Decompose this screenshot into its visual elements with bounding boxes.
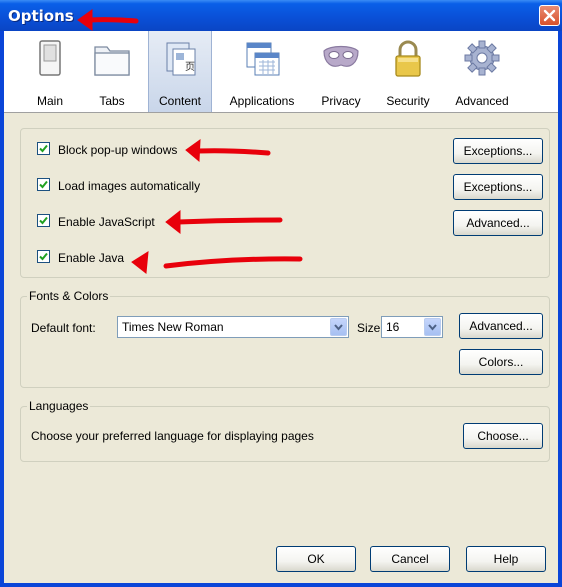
tab-security-label: Security [386,94,430,108]
tab-content[interactable]: 页 Content [148,31,212,112]
tab-tabs-label: Tabs [99,94,125,108]
help-button[interactable]: Help [466,546,546,572]
chevron-down-icon [334,324,343,331]
enable-javascript-label: Enable JavaScript [58,215,155,229]
enable-java-checkbox[interactable] [37,250,50,263]
applications-icon [246,42,280,76]
languages-description: Choose your preferred language for displ… [31,429,314,443]
tab-content-label: Content [158,94,202,108]
tab-advanced-label: Advanced [455,94,509,108]
colors-button[interactable]: Colors... [459,349,543,375]
languages-group: Languages Choose your preferred language… [20,399,550,462]
tab-tabs[interactable]: Tabs [86,31,138,112]
default-font-label: Default font: [31,321,96,335]
padlock-icon [395,40,421,77]
load-images-checkbox[interactable] [37,178,50,191]
chevron-down-icon [428,324,437,331]
checkmark-icon [39,252,48,261]
default-font-value: Times New Roman [122,320,224,334]
tab-applications[interactable]: Applications [222,31,302,112]
tab-privacy[interactable]: Privacy [312,31,370,112]
window-title: Options [8,7,74,25]
title-bar[interactable]: Options [0,0,562,31]
ok-button[interactable]: OK [276,546,356,572]
size-label: Size: [357,321,384,335]
content-options-group: Block pop-up windows Exceptions... Load … [20,128,550,278]
block-popups-checkbox[interactable] [37,142,50,155]
enable-javascript-checkbox[interactable] [37,214,50,227]
gear-icon [464,40,500,76]
images-exceptions-button[interactable]: Exceptions... [453,174,543,200]
tab-privacy-label: Privacy [321,94,361,108]
folder-tabs-icon [94,46,130,76]
mask-icon [323,45,359,67]
svg-text:页: 页 [185,61,195,73]
default-font-dropdown-button[interactable] [330,318,347,336]
tab-advanced[interactable]: Advanced [446,31,518,112]
tab-security[interactable]: Security [380,31,436,112]
checkmark-icon [39,144,48,153]
load-images-label: Load images automatically [58,179,201,193]
fonts-colors-group: Fonts & Colors Default font: Times New R… [20,289,550,388]
block-popups-label: Block pop-up windows [58,143,178,157]
tab-applications-label: Applications [229,94,295,108]
options-dialog: Options Main Tabs 页 Content Applications… [0,0,562,587]
font-size-value: 16 [386,320,400,334]
tab-main-label: Main [36,94,63,108]
switch-icon [39,40,61,76]
choose-language-button[interactable]: Choose... [463,423,543,449]
popup-exceptions-button[interactable]: Exceptions... [453,138,543,164]
checkmark-icon [39,180,48,189]
enable-java-label: Enable Java [58,251,125,265]
close-button[interactable] [539,5,560,26]
options-toolbar: Main Tabs 页 Content Applications Privacy… [4,31,558,113]
cancel-button[interactable]: Cancel [370,546,450,572]
fonts-advanced-button[interactable]: Advanced... [459,313,543,339]
default-font-select[interactable]: Times New Roman [117,316,349,338]
checkmark-icon [39,216,48,225]
languages-title: Languages [27,399,91,413]
content-page-icon: 页 [166,42,196,76]
close-icon [543,9,556,22]
tab-main[interactable]: Main [28,31,72,112]
fonts-colors-title: Fonts & Colors [27,289,111,303]
font-size-select[interactable]: 16 [381,316,443,338]
font-size-dropdown-button[interactable] [424,318,441,336]
javascript-advanced-button[interactable]: Advanced... [453,210,543,236]
